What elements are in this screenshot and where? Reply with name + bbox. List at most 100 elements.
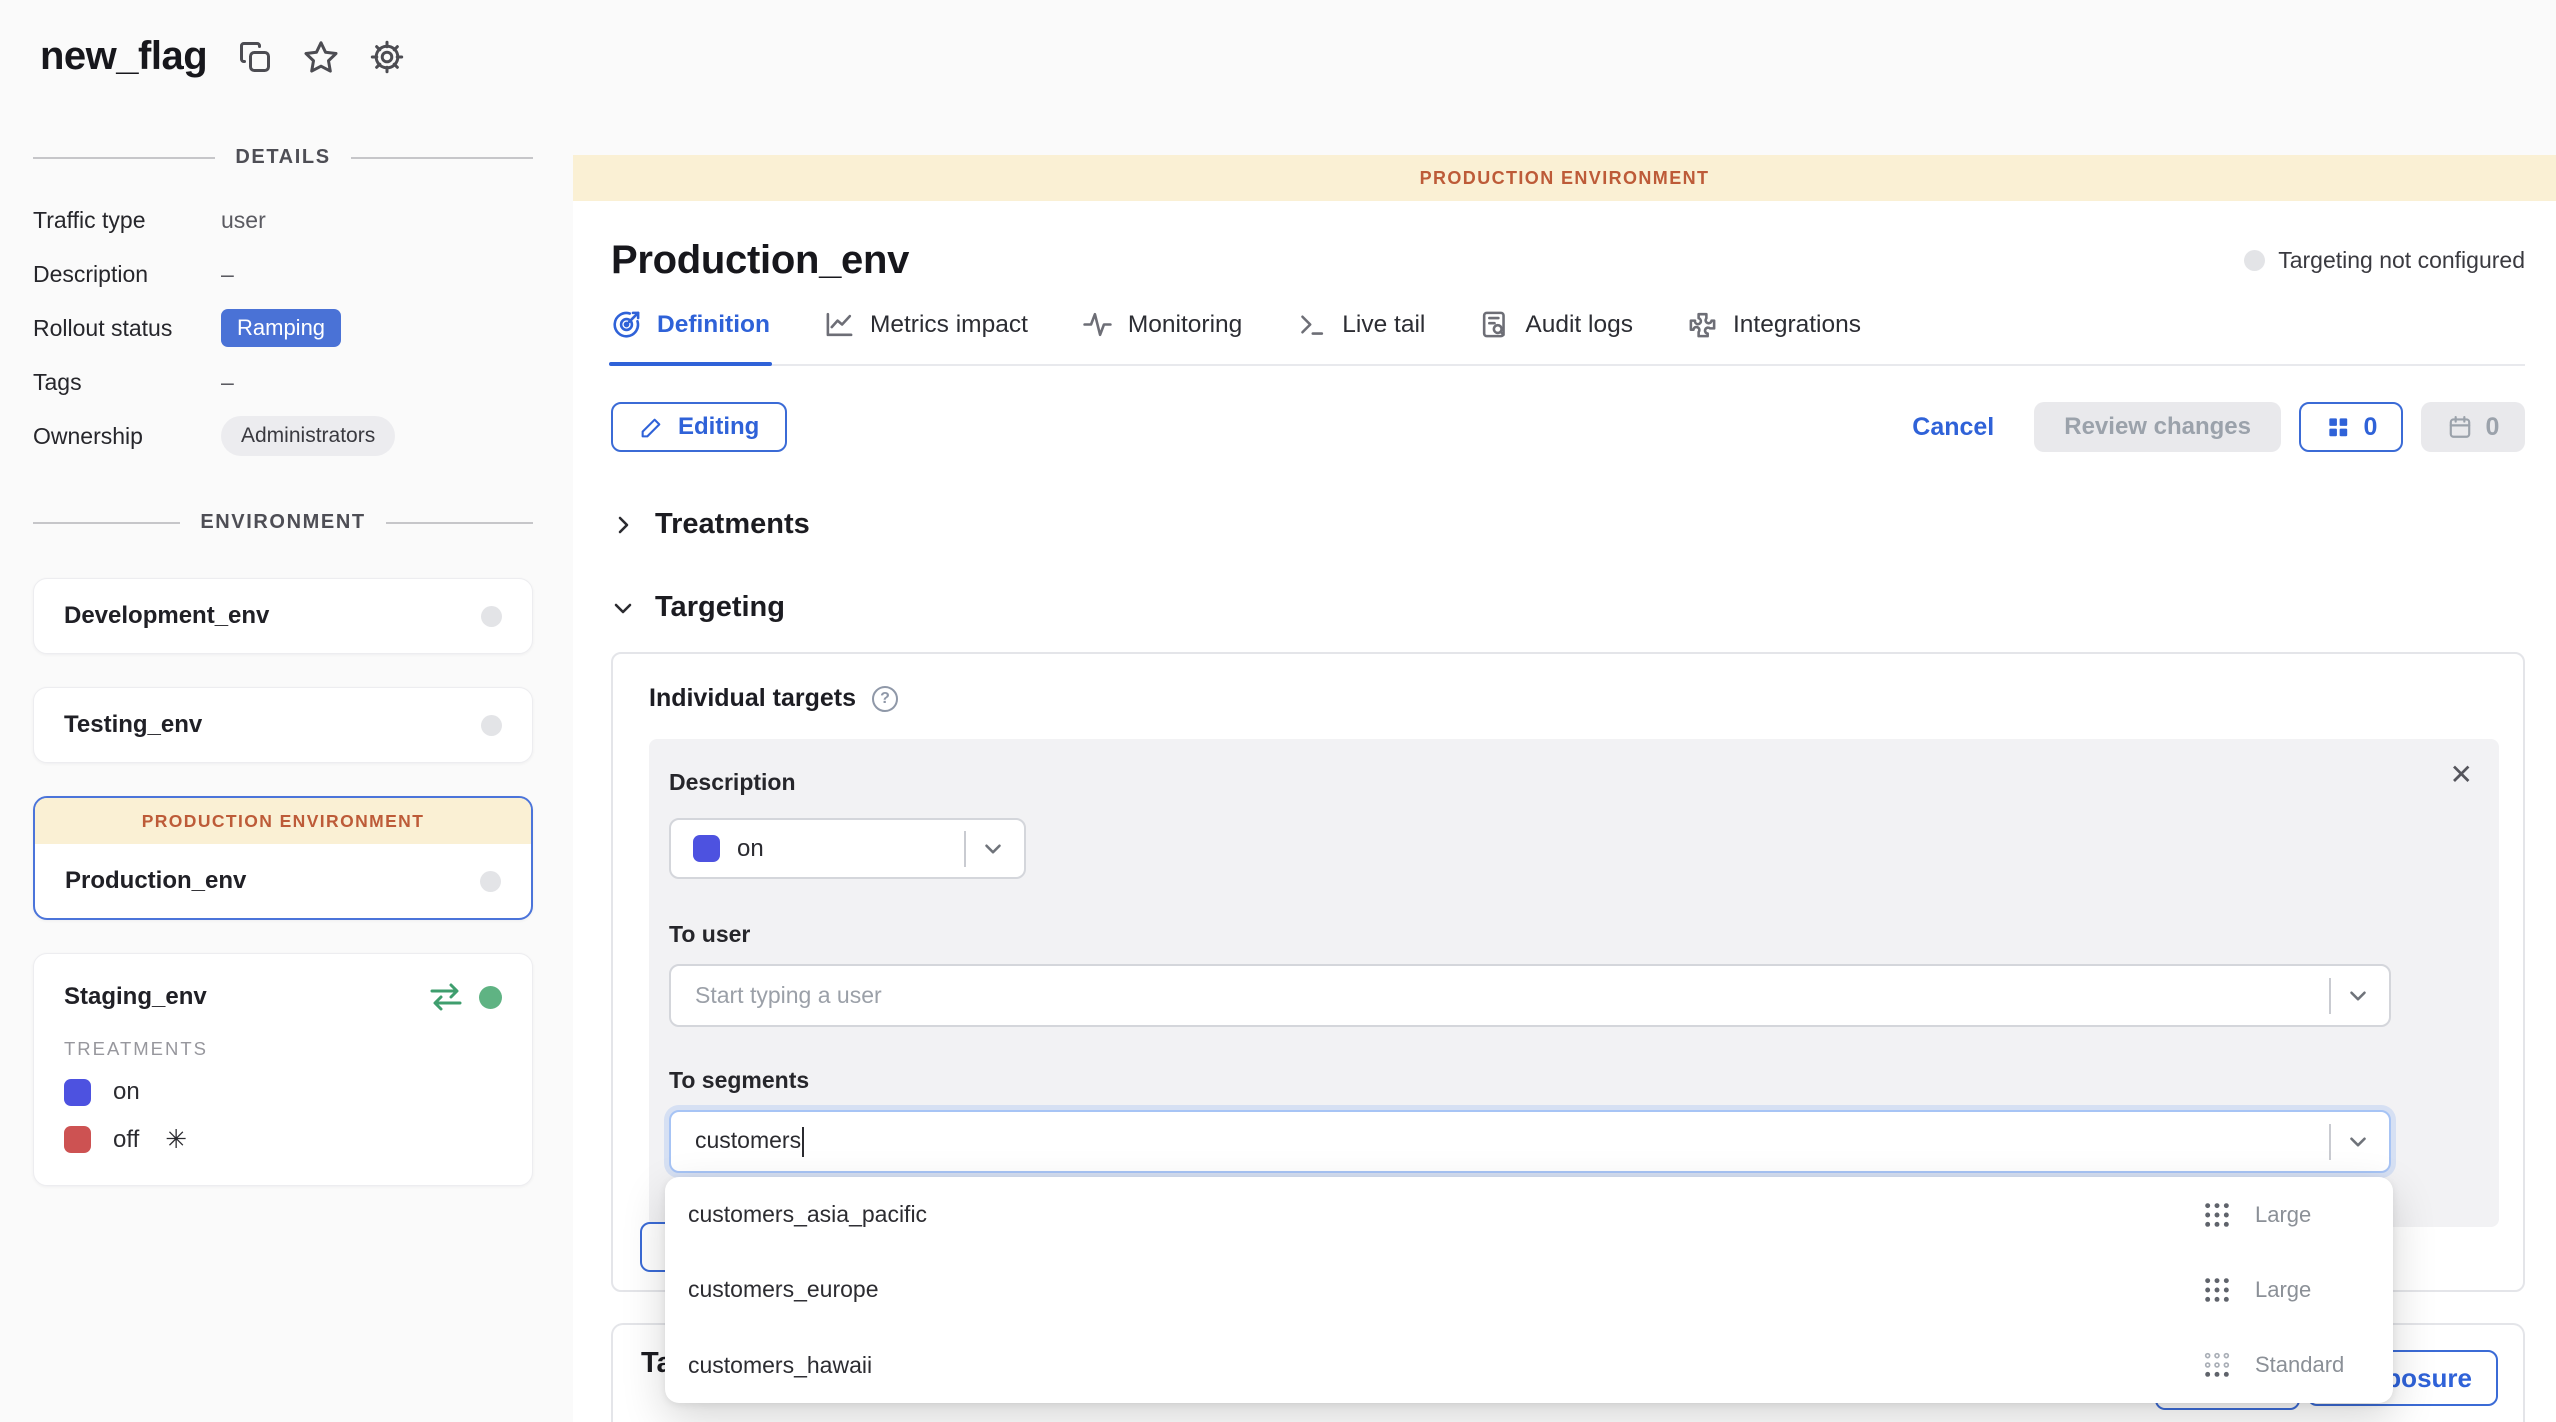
tab-label: Monitoring <box>1128 311 1242 339</box>
detail-label: Description <box>33 253 221 295</box>
tab-label: Live tail <box>1342 311 1425 339</box>
production-env-banner: PRODUCTION ENVIRONMENT <box>35 798 531 844</box>
schedule-count: 0 <box>2486 413 2500 442</box>
ownership-pill[interactable]: Administrators <box>221 416 395 456</box>
to-segments-text: customers <box>695 1127 801 1153</box>
treatment-row: on <box>64 1078 502 1106</box>
tab-bar: Definition Metrics impact Monitoring <box>611 309 2525 366</box>
tab-monitoring[interactable]: Monitoring <box>1082 309 1242 364</box>
schedule-count-button[interactable]: 0 <box>2421 402 2525 452</box>
environment-header: Production_env Targeting not configured <box>611 238 2525 283</box>
treatment-select[interactable]: on <box>669 818 1026 879</box>
to-segments-label: To segments <box>669 1067 2391 1094</box>
detail-label: Ownership <box>33 415 221 457</box>
description-label: Description <box>669 769 2391 796</box>
standard-segment-icon <box>2203 1351 2231 1379</box>
treatment-name: on <box>113 1078 140 1106</box>
select-divider <box>964 831 966 867</box>
detail-value: – <box>221 253 533 295</box>
segment-option-asia-pacific[interactable]: customers_asia_pacific Large <box>665 1177 2393 1252</box>
tab-definition[interactable]: Definition <box>611 309 770 364</box>
treatment-row: off ✳ <box>64 1124 502 1155</box>
env-name: Development_env <box>64 602 269 630</box>
actions-right: Cancel Review changes 0 0 <box>1912 402 2525 452</box>
status-dot <box>2244 250 2265 271</box>
pulse-icon <box>1082 309 1113 340</box>
details-heading: DETAILS <box>235 146 330 169</box>
close-icon[interactable]: ✕ <box>2450 761 2473 789</box>
treatments-section-toggle[interactable]: Treatments <box>611 508 2525 541</box>
environment-heading: ENVIRONMENT <box>200 511 365 534</box>
treatment-on-swatch <box>64 1079 91 1106</box>
editing-button[interactable]: Editing <box>611 402 787 452</box>
segment-option-europe[interactable]: customers_europe Large <box>665 1252 2393 1327</box>
env-card-body: Production_env <box>35 844 531 918</box>
tab-live-tail[interactable]: Live tail <box>1296 309 1425 364</box>
details-list: Traffic type user Description – Rollout … <box>33 199 533 457</box>
detail-label: Traffic type <box>33 199 221 241</box>
targeting-status: Targeting not configured <box>2244 247 2525 274</box>
editing-label: Editing <box>678 413 759 441</box>
tab-integrations[interactable]: Integrations <box>1687 309 1861 364</box>
env-name: Production_env <box>65 867 246 895</box>
segment-option-hawaii[interactable]: customers_hawaii Standard <box>665 1328 2393 1403</box>
sync-arrows-icon <box>429 982 463 1012</box>
env-card-production[interactable]: PRODUCTION ENVIRONMENT Production_env <box>33 796 533 920</box>
tab-label: Metrics impact <box>870 311 1028 339</box>
chevron-down-icon <box>2345 1129 2371 1155</box>
selected-treatment: on <box>737 835 954 863</box>
targeting-section-toggle[interactable]: Targeting <box>611 591 2525 624</box>
to-segments-value: customers <box>695 1127 2319 1157</box>
changes-count-button[interactable]: 0 <box>2299 402 2403 452</box>
pencil-icon <box>639 415 664 440</box>
detail-value: Ramping <box>221 307 533 349</box>
sidebar: DETAILS Traffic type user Description – … <box>33 146 533 1186</box>
large-segment-icon <box>2203 1201 2231 1229</box>
env-name: Staging_env <box>64 983 207 1011</box>
input-divider <box>2329 978 2331 1014</box>
chevron-down-icon <box>2345 983 2371 1009</box>
flag-title: new_flag <box>40 34 207 79</box>
production-environment-banner: PRODUCTION ENVIRONMENT <box>573 155 2556 201</box>
divider-line <box>33 522 180 524</box>
to-user-label: To user <box>669 921 2391 948</box>
terminal-icon <box>1296 309 1327 340</box>
to-user-placeholder: Start typing a user <box>695 982 2319 1009</box>
input-divider <box>2329 1124 2331 1160</box>
segment-size: Large <box>2255 1277 2365 1303</box>
env-card-development[interactable]: Development_env <box>33 578 533 654</box>
segments-dropdown: customers_asia_pacific Large customers_e… <box>665 1177 2393 1403</box>
grid-icon <box>2325 414 2351 440</box>
to-segments-input[interactable]: customers <box>669 1110 2391 1173</box>
env-status-dot <box>479 986 502 1009</box>
chart-icon <box>824 309 855 340</box>
tab-metrics-impact[interactable]: Metrics impact <box>824 309 1028 364</box>
default-treatment-icon: ✳ <box>165 1124 187 1155</box>
treatments-heading: TREATMENTS <box>64 1038 502 1060</box>
env-card-staging[interactable]: Staging_env TREATMENTS on off <box>33 953 533 1186</box>
individual-target-panel: ✕ Description on To user Start typing a … <box>649 739 2499 1227</box>
rollout-status-badge: Ramping <box>221 309 341 347</box>
env-status-dot <box>481 715 502 736</box>
chevron-right-icon <box>611 513 635 537</box>
cancel-link[interactable]: Cancel <box>1912 413 1994 442</box>
chevron-down-icon <box>611 596 635 620</box>
segment-name: customers_hawaii <box>688 1352 2203 1379</box>
star-icon[interactable] <box>303 39 339 75</box>
review-changes-button[interactable]: Review changes <box>2034 402 2281 452</box>
to-user-input[interactable]: Start typing a user <box>669 964 2391 1027</box>
gear-icon[interactable] <box>369 39 405 75</box>
help-icon[interactable]: ? <box>872 686 898 712</box>
env-card-testing[interactable]: Testing_env <box>33 687 533 763</box>
copy-icon[interactable] <box>237 39 273 75</box>
actions-row: Editing Cancel Review changes 0 0 <box>611 402 2525 452</box>
changes-count: 0 <box>2364 413 2378 442</box>
text-caret <box>802 1127 804 1157</box>
detail-label: Tags <box>33 361 221 403</box>
divider-line <box>351 157 533 159</box>
detail-label: Rollout status <box>33 307 221 349</box>
treatment-off-swatch <box>64 1126 91 1153</box>
treatment-on-swatch <box>693 835 720 862</box>
tab-audit-logs[interactable]: Audit logs <box>1479 309 1633 364</box>
tab-label: Audit logs <box>1525 311 1633 339</box>
